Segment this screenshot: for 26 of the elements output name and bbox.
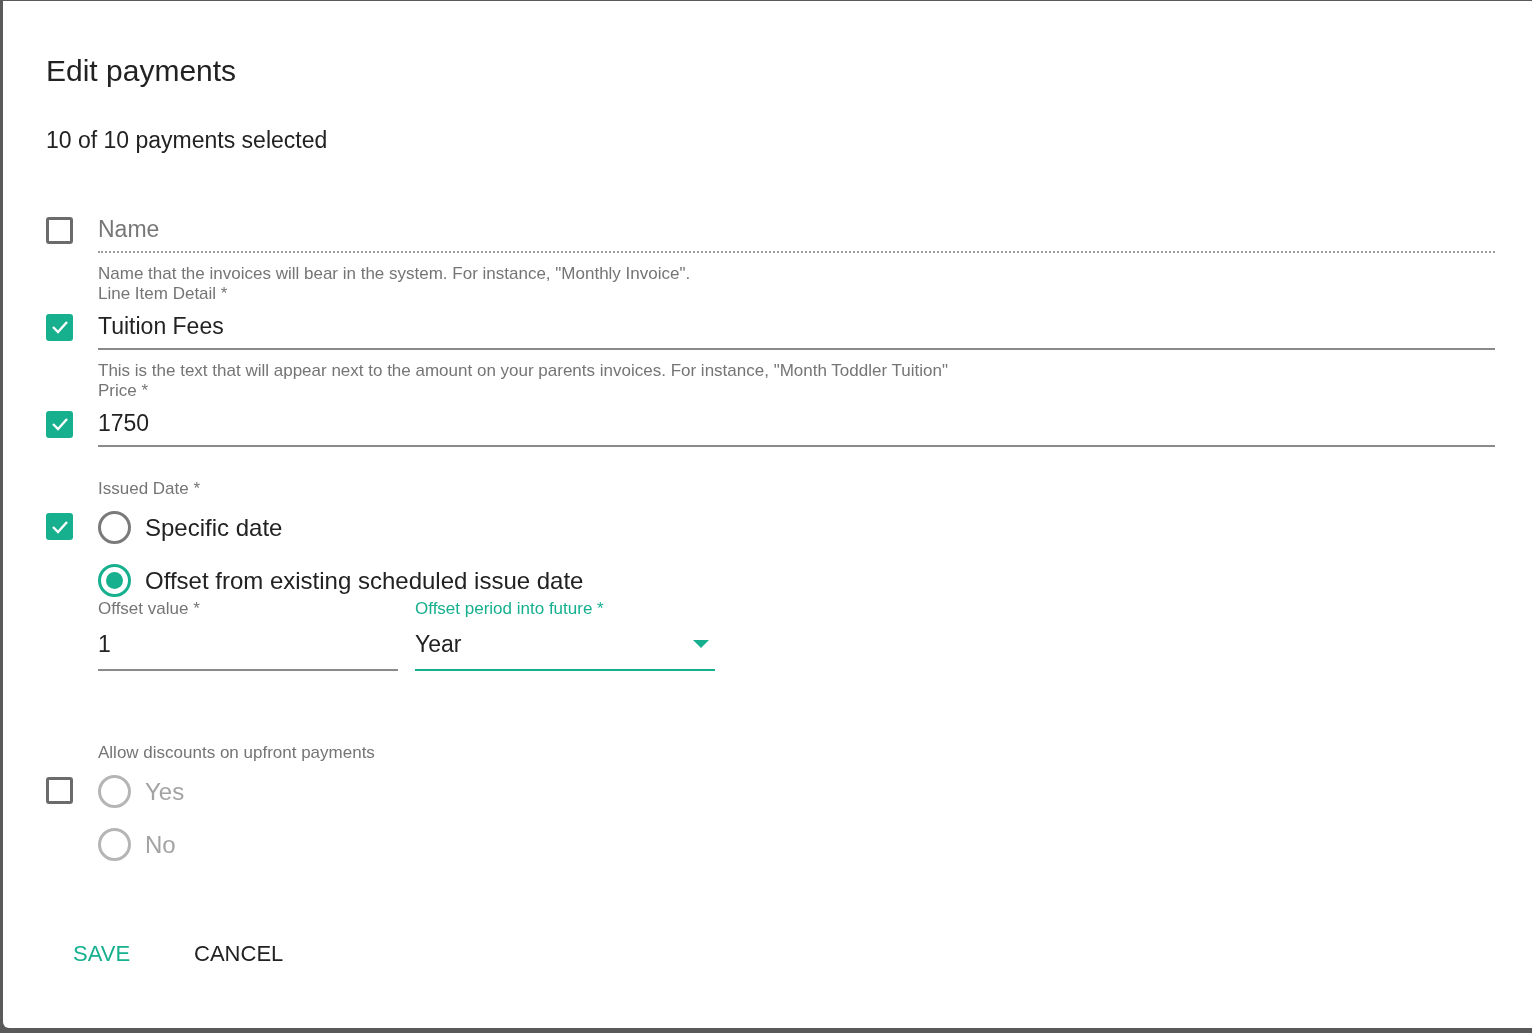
text-field[interactable]: Tuition Fees [98,304,1495,350]
field-label: Allow discounts on upfront payments [98,742,376,764]
radio-button[interactable] [98,511,131,544]
cancel-button[interactable]: CANCEL [177,931,301,976]
helper-text: Name that the invoices will bear in the system. For instance, "Monthly Invoice". [98,263,692,284]
radio-label[interactable]: Offset from existing scheduled issue date [145,564,584,597]
check-icon [50,320,69,334]
field-label: Issued Date * [98,478,202,500]
field-label: Offset value * [98,599,201,619]
helper-text: This is the text that will appear next to the amount on your parents invoices. For instance, "Month Toddler Tuition" [98,360,949,381]
check-icon [50,417,69,431]
radio-button[interactable] [98,564,131,597]
caret-icon [693,640,709,648]
field-label: Price * [98,381,150,401]
field-label: Offset period into future * [415,599,605,619]
text-field[interactable]: 1750 [98,401,1495,447]
checkbox[interactable] [46,410,73,438]
radio-label[interactable]: Specific date [145,511,283,544]
check-icon [50,519,69,534]
checkbox[interactable] [46,513,73,540]
text-field[interactable]: 1 [98,619,398,671]
checkbox[interactable] [46,313,73,341]
field-label: Line Item Detail * [98,284,229,304]
dialog-title: Edit payments [46,53,238,89]
dropdown[interactable]: Year [415,619,715,671]
selection-count: 10 of 10 payments selected [46,126,329,155]
